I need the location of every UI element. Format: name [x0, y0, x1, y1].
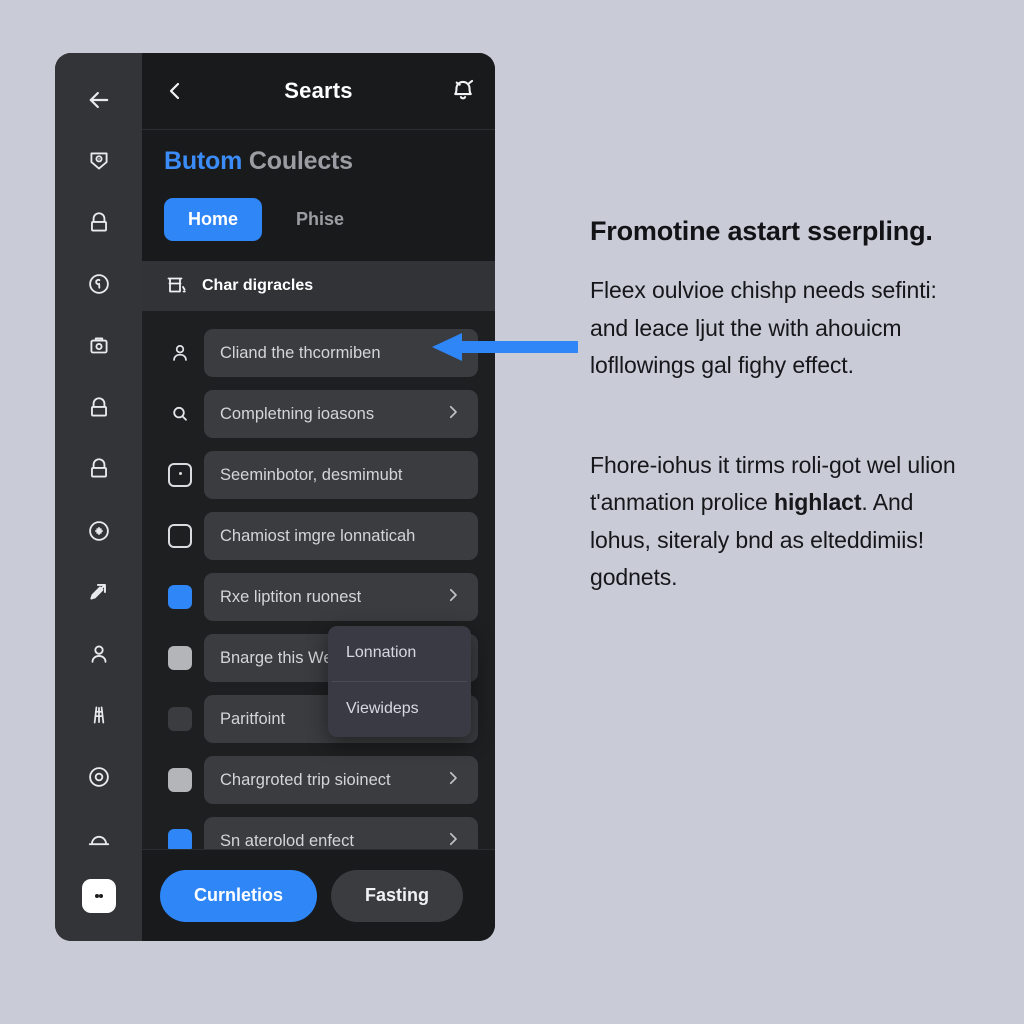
shield-camera-icon[interactable]	[78, 141, 120, 183]
list-row-label: Sn aterolod enfect	[220, 831, 354, 850]
title-block: Butom Coulects Home Phise	[142, 130, 495, 261]
ladder-icon[interactable]	[78, 695, 120, 737]
search-icon	[156, 402, 204, 426]
list-row[interactable]: Sn aterolod enfect	[142, 811, 495, 849]
section-label: Char digracles	[202, 276, 314, 294]
list-row-pill[interactable]: Rxe liptiton ruonest	[204, 573, 478, 621]
app-panel: Searts Butom Coulects Home Phise Char di…	[55, 53, 495, 941]
annotation-heading: Fromotine astart sserpling.	[590, 216, 933, 246]
brand-accent: Butom	[164, 147, 243, 175]
annotation-arrow-icon	[428, 330, 580, 369]
list-row-pill[interactable]: Chamiost imgre lonnaticah	[204, 512, 478, 560]
more-dot	[98, 894, 103, 899]
brand-line: Butom Coulects	[164, 147, 473, 176]
camera-box-icon[interactable]	[78, 325, 120, 367]
list-row-pill[interactable]: Seeminbotor, desmimubt	[204, 451, 478, 499]
list-row-label: Chamiost imgre lonnaticah	[220, 526, 416, 545]
more-vertical-icon[interactable]	[81, 879, 116, 913]
lock-icon[interactable]	[78, 202, 120, 244]
person-icon[interactable]	[78, 633, 120, 675]
checkbox-box	[168, 463, 192, 487]
list-row[interactable]: Chargroted trip sioinect	[142, 750, 495, 811]
chevron-right-icon	[436, 403, 462, 426]
color-swatch	[168, 646, 192, 670]
table-chart-icon	[164, 274, 188, 298]
list-row-label: Cliand the thcormiben	[220, 343, 381, 362]
swatch-light-icon[interactable]	[156, 768, 204, 792]
annotation-callout: Fromotine astart sserpling. Fleex oulvio…	[590, 212, 962, 597]
app-bar: Searts	[142, 53, 495, 130]
section-header[interactable]: Char digracles	[142, 260, 495, 311]
color-swatch	[168, 707, 192, 731]
chevron-left-icon[interactable]	[160, 79, 190, 103]
chevron-right-icon	[436, 830, 462, 850]
checkbox-empty-icon[interactable]	[156, 524, 204, 548]
record-circle-icon[interactable]	[78, 756, 120, 798]
swatch-blue-icon[interactable]	[156, 585, 204, 609]
action-bar: Curnletios Fasting	[142, 849, 495, 941]
annotation-paragraph-two-bold: highlact	[774, 489, 862, 516]
swatch-dark-icon[interactable]	[156, 707, 204, 731]
pen-arrow-icon[interactable]	[78, 572, 120, 614]
lock-icon[interactable]	[78, 387, 120, 429]
color-swatch	[168, 768, 192, 792]
color-swatch	[168, 585, 192, 609]
lock-icon[interactable]	[78, 448, 120, 490]
list-row[interactable]: Completning ioasons	[142, 384, 495, 445]
chevron-right-icon	[436, 586, 462, 609]
primary-action-button[interactable]: Curnletios	[160, 869, 318, 922]
context-menu-item-viewideps[interactable]: Viewideps	[328, 682, 471, 737]
list-row[interactable]: Chamiost imgre lonnaticah	[142, 506, 495, 567]
arrow-left-icon[interactable]	[78, 79, 120, 121]
clock-circle-icon[interactable]	[78, 264, 120, 306]
page-title: Searts	[284, 78, 353, 103]
list-row-label: Seeminbotor, desmimubt	[220, 465, 403, 484]
bell-icon[interactable]	[449, 77, 477, 105]
screenshot-root: Searts Butom Coulects Home Phise Char di…	[0, 0, 1024, 1024]
checkbox-dotted-icon[interactable]	[156, 463, 204, 487]
tab-home[interactable]: Home	[164, 197, 263, 241]
target-circle-icon[interactable]	[78, 510, 120, 552]
list-row-label: Paritfoint	[220, 709, 286, 728]
more-dot	[94, 894, 99, 899]
list-row[interactable]: Seeminbotor, desmimubt	[142, 445, 495, 506]
chevron-right-icon	[436, 769, 462, 792]
tab-phise[interactable]: Phise	[272, 198, 368, 241]
context-menu[interactable]: Lonnation Viewideps	[328, 625, 471, 737]
arch-icon[interactable]	[78, 818, 120, 860]
settings-list[interactable]: Cliand the thcormiben Completning ioason…	[142, 310, 495, 849]
icon-rail	[55, 53, 142, 941]
list-row-label: Completning ioasons	[220, 404, 375, 423]
context-menu-item-lonnation[interactable]: Lonnation	[328, 626, 471, 681]
annotation-paragraph-one: Fleex oulvioe chishp needs sefinti: and …	[590, 277, 937, 379]
content-column: Searts Butom Coulects Home Phise Char di…	[142, 53, 495, 941]
swatch-light-icon[interactable]	[156, 646, 204, 670]
list-row-label: Rxe liptiton ruonest	[220, 587, 362, 606]
swatch-blue-icon[interactable]	[156, 829, 204, 849]
annotation-paragraph-two: Fhore-iohus it tirms roli-got wel ulion …	[590, 447, 962, 597]
list-row-label: Chargroted trip sioinect	[220, 770, 391, 789]
list-row-pill[interactable]: Chargroted trip sioinect	[204, 756, 478, 804]
color-swatch	[168, 829, 192, 849]
list-row-pill[interactable]: Completning ioasons	[204, 390, 478, 438]
list-row-pill[interactable]: Sn aterolod enfect	[204, 817, 478, 849]
brand-muted: Coulects	[248, 147, 353, 175]
secondary-action-button[interactable]: Fasting	[331, 869, 464, 922]
checkbox-box	[168, 524, 192, 548]
list-row[interactable]: Rxe liptiton ruonest	[142, 567, 495, 628]
tab-bar: Home Phise	[164, 197, 473, 241]
person-icon	[156, 341, 204, 365]
